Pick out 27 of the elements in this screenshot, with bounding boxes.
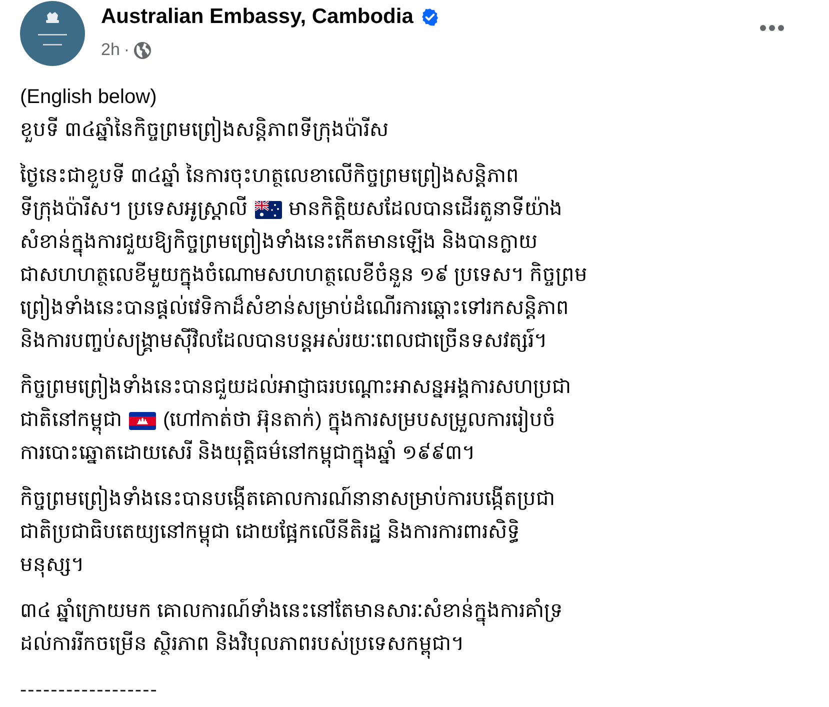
post-text-line: កិច្ចព្រមព្រៀងទាំងនេះបានជួយដល់អាជ្ញាធរបណ្តោះអាសន្នអង្គការសហប្រជា bbox=[20, 371, 571, 404]
post-text-line: (ហៅកាត់ថា អ៊ុនតាក់) ក្នុងការសម្របសម្រួលការរៀបចំ bbox=[163, 404, 556, 437]
post-text-line: ជាតិប្រជាធិបតេយ្យនៅកម្ពុជា ដោយផ្អែកលើនីតិរដ្ឋ និងការការពារសិទ្ធិ bbox=[20, 516, 520, 549]
post-text-line: ដល់ការរីកចម្រើន ស្ថិរភាព និងវិបុលភាពរបស់ប្រទេសកម្ពុជា។ bbox=[20, 628, 464, 661]
post-text-line: ការបោះឆ្នោតដោយសេរី និងយុត្តិធម៌នៅកម្ពុជាក្នុងឆ្នាំ ១៩៩៣។ bbox=[20, 437, 476, 470]
intro-note: (English below) bbox=[20, 85, 157, 110]
page-name-link[interactable]: Australian Embassy, Cambodia bbox=[101, 4, 414, 30]
post-text-line: ព្រៀងទាំងនេះបានផ្តល់វេទិកាដ៏សំខាន់សម្រាប់ដំណើរការឆ្ពោះទៅរកសន្តិភាព bbox=[20, 292, 569, 325]
post-text-line: កិច្ចព្រមព្រៀងទាំងនេះបានបង្កើតគោលការណ៍នានាសម្រាប់ការបង្កើតប្រជា bbox=[20, 483, 555, 516]
post-text-line: មនុស្ស។ bbox=[20, 553, 84, 580]
post-text-line: មានកិត្តិយសដែលបានដើរតួនាទីយ៉ាង bbox=[288, 195, 563, 224]
post-text-line: ថ្ងៃនេះជាខួបទី ៣៤ឆ្នាំ នៃការចុះហត្ថលេខាលើកិច្ចព្រមព្រៀងសន្តិភាព bbox=[20, 160, 520, 193]
post-text-line: សំខាន់ក្នុងការជួយឱ្យកិច្ចព្រមព្រៀងទាំងនេះកើតមានឡើង និងបានក្លាយ bbox=[20, 226, 538, 259]
profile-picture[interactable] bbox=[20, 1, 85, 66]
post-text-line: ជាតិនៅកម្ពុជា bbox=[20, 404, 122, 437]
globe-icon bbox=[134, 42, 151, 58]
flag-icon bbox=[129, 412, 156, 430]
post-text-line: ជាសហហត្ថលេខីមួយក្នុងចំណោមសហហត្ថលេខីចំនួន ១៩ ប្រទេស។ កិច្ចព្រម bbox=[20, 259, 588, 292]
divider-text: ------------------ bbox=[20, 678, 158, 703]
post-time-link[interactable]: 2h bbox=[101, 39, 120, 61]
post-text-line: ៣៤ ឆ្នាំក្រោយមក គោលការណ៍ទាំងនេះនៅតែមានសារៈសំខាន់ក្នុងការគាំទ្រ bbox=[20, 595, 564, 628]
post-text-line: ទីក្រុងប៉ារីស។ ប្រទេសអូស្ត្រាលី bbox=[20, 195, 248, 224]
flag-icon bbox=[254, 200, 282, 218]
post-heading: ខួបទី ៣៤ឆ្នាំនៃកិច្ចព្រមព្រៀងសន្តិភាពទីក្រុងប៉ារីស bbox=[20, 114, 389, 147]
more-icon bbox=[760, 25, 784, 31]
separator-dot: · bbox=[124, 39, 130, 61]
post-text-line: និងការបញ្ចប់សង្គ្រាមស៊ីវិលដែលបានបន្តអស់រយៈពេលជាច្រើនទសវត្សរ៍។ bbox=[20, 325, 547, 358]
